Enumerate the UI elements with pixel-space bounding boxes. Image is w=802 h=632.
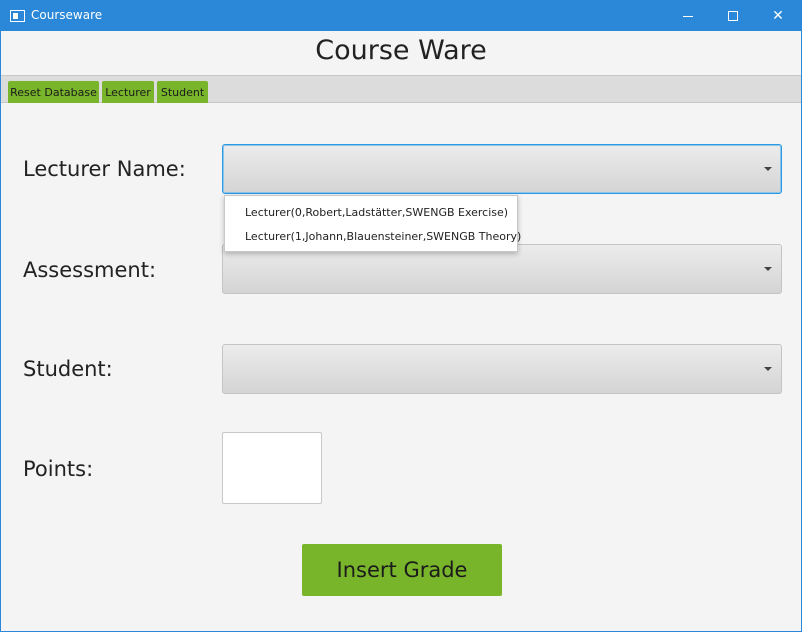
page-title: Course Ware bbox=[315, 35, 487, 66]
chevron-down-icon[interactable] bbox=[764, 267, 772, 271]
close-icon: ✕ bbox=[772, 8, 784, 24]
tab-lecturer[interactable]: Lecturer bbox=[102, 81, 154, 103]
chevron-down-icon[interactable] bbox=[764, 367, 772, 371]
tab-reset-database[interactable]: Reset Database bbox=[8, 81, 99, 103]
tab-strip: Reset Database Lecturer Student bbox=[1, 75, 801, 103]
maximize-button[interactable] bbox=[710, 1, 756, 31]
points-input[interactable] bbox=[222, 432, 322, 504]
insert-grade-button[interactable]: Insert Grade bbox=[302, 544, 502, 596]
student-label: Student: bbox=[23, 357, 113, 381]
minimize-button[interactable] bbox=[665, 1, 711, 31]
student-combobox[interactable] bbox=[222, 344, 782, 394]
lecturer-dropdown-list: Lecturer(0,Robert,Ladstätter,SWENGB Exer… bbox=[224, 195, 521, 252]
window-title: Courseware bbox=[31, 8, 103, 22]
courseware-window: Courseware ✕ Course Ware Reset Database … bbox=[0, 0, 802, 632]
lecturer-option[interactable]: Lecturer(0,Robert,Ladstätter,SWENGB Exer… bbox=[225, 201, 517, 225]
lecturer-name-label: Lecturer Name: bbox=[23, 157, 186, 181]
tab-student[interactable]: Student bbox=[157, 81, 208, 103]
minimize-icon bbox=[683, 15, 693, 17]
lecturer-name-combobox[interactable] bbox=[222, 144, 782, 194]
assessment-label: Assessment: bbox=[23, 258, 157, 282]
lecturer-option[interactable]: Lecturer(1,Johann,Blauensteiner,SWENGB T… bbox=[225, 225, 521, 249]
close-button[interactable]: ✕ bbox=[755, 1, 801, 31]
points-label: Points: bbox=[23, 457, 94, 481]
title-bar[interactable]: Courseware ✕ bbox=[1, 1, 801, 31]
app-window-icon bbox=[10, 10, 25, 22]
maximize-icon bbox=[728, 11, 738, 21]
chevron-down-icon[interactable] bbox=[764, 167, 772, 171]
